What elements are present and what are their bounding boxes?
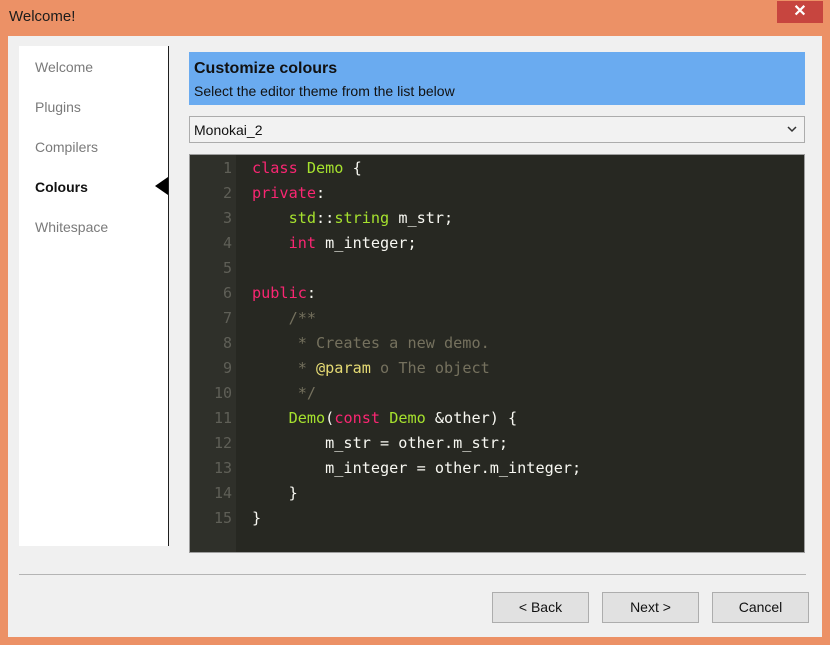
- code-token: std: [288, 209, 317, 227]
- line-number: 9: [222, 359, 232, 377]
- theme-dropdown-value: Monokai_2: [194, 122, 263, 138]
- code-token: const: [334, 409, 381, 427]
- code-token: m_str;: [389, 209, 454, 227]
- line-number: 14: [213, 484, 232, 502]
- back-button[interactable]: < Back: [492, 592, 589, 623]
- code-token: * Creates a new demo.: [252, 334, 490, 352]
- sidebar-item-colours[interactable]: Colours: [35, 179, 88, 195]
- line-number: 3: [222, 209, 232, 227]
- code-line: Demo(const Demo &other) {: [252, 409, 518, 427]
- code-line: * Creates a new demo.: [252, 334, 490, 352]
- theme-dropdown[interactable]: Monokai_2: [189, 116, 805, 143]
- code-line: * @param o The object: [252, 359, 490, 377]
- client-area: Welcome Plugins Compilers Colours Whites…: [8, 36, 822, 637]
- next-button[interactable]: Next >: [602, 592, 699, 623]
- code-token: Demo: [306, 159, 344, 177]
- line-number-gutter: 1 2 3 4 5 6 7 8 9 10 11 12 13 14 15: [190, 155, 236, 552]
- wizard-window: Welcome! ✕ Welcome Plugins Compilers Col…: [0, 0, 830, 645]
- active-item-arrow-icon: [155, 177, 168, 195]
- code-line: m_str = other.m_str;: [252, 434, 508, 452]
- line-number: 12: [213, 434, 232, 452]
- code-line: std::string m_str;: [252, 209, 454, 227]
- code-line: */: [252, 384, 316, 402]
- code-token: */: [252, 384, 317, 402]
- code-token: m_str = other.m_str;: [252, 434, 509, 452]
- line-number: 6: [222, 284, 232, 302]
- code-token: m_integer;: [316, 234, 417, 252]
- sidebar-item-welcome[interactable]: Welcome: [35, 59, 93, 75]
- code-token: public: [252, 284, 307, 302]
- code-token: *: [252, 359, 317, 377]
- code-line: class Demo {: [252, 159, 362, 177]
- page-header: Customize colours Select the editor them…: [189, 52, 805, 105]
- code-token: Demo: [389, 409, 426, 427]
- code-token: :: [306, 284, 317, 302]
- code-token: (: [325, 409, 335, 427]
- line-number: 15: [213, 509, 232, 527]
- code-preview[interactable]: 1 2 3 4 5 6 7 8 9 10 11 12 13 14 15 class Demo {privat…: [189, 154, 805, 553]
- code-line: private:: [252, 184, 325, 202]
- code-token: string: [334, 209, 390, 227]
- line-number: 2: [222, 184, 232, 202]
- code-token: }: [252, 509, 262, 527]
- code-token: int: [288, 234, 317, 252]
- line-number: 5: [222, 259, 232, 277]
- code-line: m_integer = other.m_integer;: [252, 459, 581, 477]
- sidebar-item-whitespace[interactable]: Whitespace: [35, 219, 108, 235]
- sidebar-item-compilers[interactable]: Compilers: [35, 139, 98, 155]
- sidebar-nav: Welcome Plugins Compilers Colours Whites…: [19, 46, 169, 546]
- line-number: 1: [222, 159, 232, 177]
- code-token: ::: [316, 209, 335, 227]
- title-bar[interactable]: Welcome! ✕: [0, 0, 830, 36]
- line-number: 7: [222, 309, 232, 327]
- code-line: }: [252, 484, 298, 502]
- line-number: 10: [213, 384, 232, 402]
- code-line: }: [252, 509, 261, 527]
- chevron-down-icon: [787, 126, 797, 133]
- sidebar-divider: [168, 46, 169, 546]
- line-number: 13: [213, 459, 232, 477]
- page-subtitle: Select the editor theme from the list be…: [194, 83, 455, 99]
- code-token: m_integer = other.m_integer;: [252, 459, 582, 477]
- code-token: /**: [252, 309, 317, 327]
- code-token: @param: [316, 359, 371, 377]
- code-token: o The object: [370, 359, 490, 377]
- line-number: 8: [222, 334, 232, 352]
- footer-divider: [19, 574, 806, 575]
- line-number: 11: [213, 409, 232, 427]
- code-line: int m_integer;: [252, 234, 417, 252]
- window-title: Welcome!: [9, 8, 76, 25]
- cancel-button[interactable]: Cancel: [712, 592, 809, 623]
- code-token: class: [252, 159, 307, 177]
- code-line: /**: [252, 309, 316, 327]
- page-title: Customize colours: [194, 60, 338, 77]
- code-token: :: [316, 184, 326, 202]
- code-token: }: [252, 484, 298, 502]
- code-token: &other) {: [425, 409, 518, 427]
- code-token: {: [343, 159, 362, 177]
- code-token: private: [252, 184, 317, 202]
- close-button[interactable]: ✕: [777, 1, 823, 23]
- line-number: 4: [222, 234, 232, 252]
- code-token: Demo: [288, 409, 326, 427]
- code-line: public:: [252, 284, 316, 302]
- sidebar-item-plugins[interactable]: Plugins: [35, 99, 81, 115]
